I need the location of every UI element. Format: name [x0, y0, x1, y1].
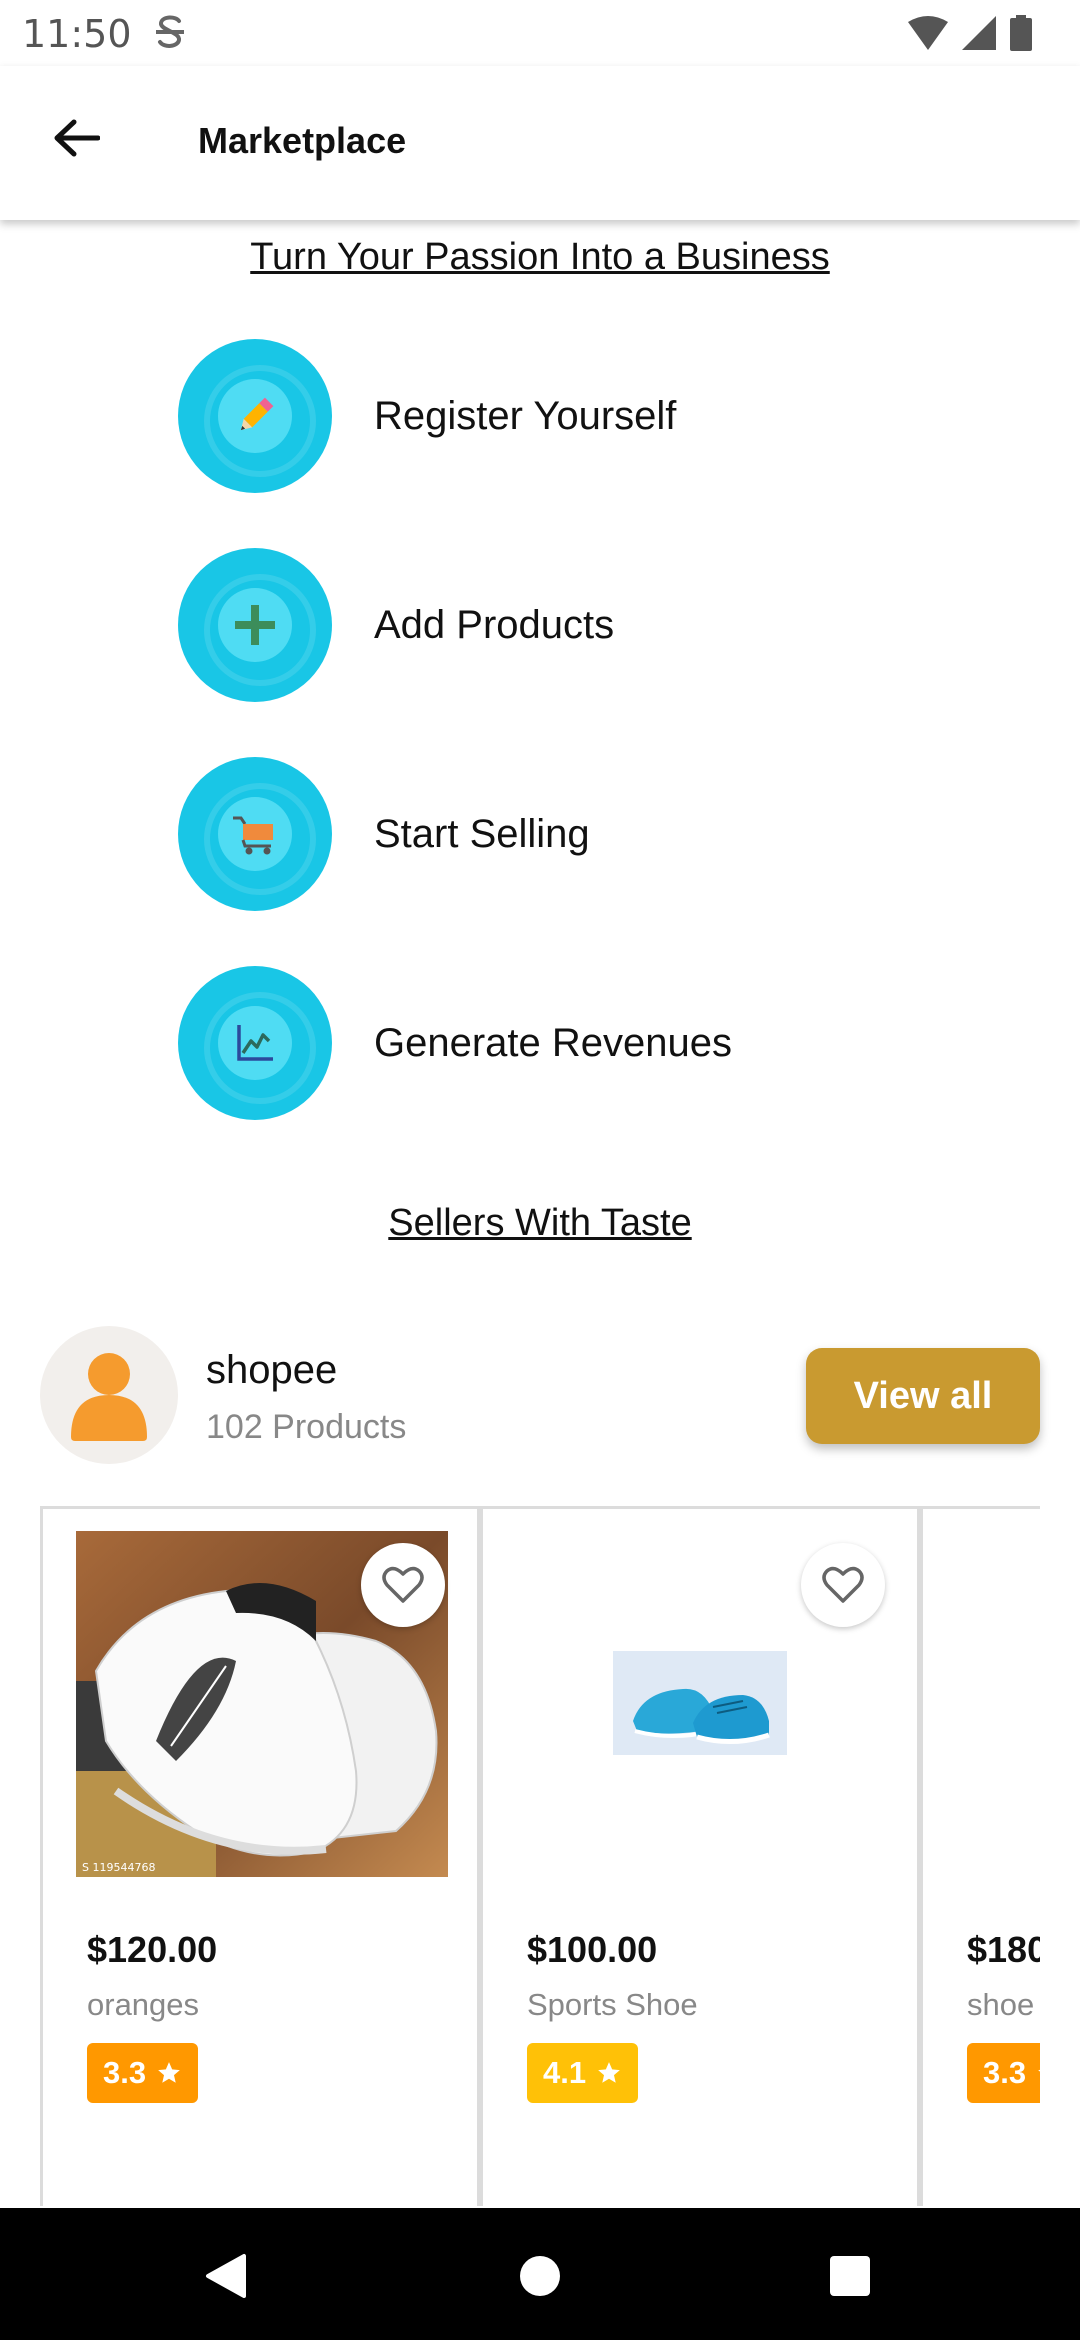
- star-icon: [598, 2062, 620, 2083]
- square-recents-icon: [830, 2256, 870, 2296]
- step-label: Start Selling: [374, 811, 590, 856]
- avatar: [40, 1326, 178, 1464]
- plus-icon: [235, 605, 275, 645]
- arrow-left-icon: [54, 119, 100, 157]
- step-circle: [178, 339, 332, 493]
- sellers-title: Sellers With Taste: [388, 1202, 692, 1244]
- rating-badge: 4.1: [527, 2043, 639, 2103]
- product-price: $180.00: [967, 1929, 1040, 1970]
- rating-badge: 3.3: [967, 2043, 1040, 2103]
- notification-s-icon: [156, 15, 184, 48]
- step-label: Add Products: [374, 602, 615, 647]
- system-nav-bar: [0, 2208, 1080, 2340]
- page-title: Marketplace: [198, 120, 407, 161]
- seller-name: shopee: [206, 1348, 338, 1392]
- product-card[interactable]: S 119544768 $120.00 oranges 3.3: [40, 1509, 480, 2206]
- product-name: shoe: [967, 1987, 1035, 2022]
- rating-value: 4.1: [543, 2055, 587, 2090]
- seller-product-count: 102 Products: [206, 1408, 407, 1446]
- app-bar: Marketplace: [0, 66, 1080, 220]
- status-time: 11:50: [22, 12, 132, 56]
- step-circle: [178, 757, 332, 911]
- step-label: Generate Revenues: [374, 1020, 733, 1065]
- heart-icon: [822, 1566, 864, 1603]
- triangle-back-icon: [206, 2254, 246, 2298]
- view-all-button[interactable]: View all: [806, 1348, 1040, 1444]
- battery-icon: [1010, 15, 1032, 51]
- headline: Turn Your Passion Into a Business: [250, 236, 830, 278]
- pencil-icon: [240, 397, 274, 431]
- favorite-button[interactable]: [801, 1543, 885, 1627]
- step-circle: [178, 548, 332, 702]
- product-card[interactable]: $180.00 shoe 3.3: [920, 1509, 1040, 2206]
- signal-icon: [962, 16, 996, 50]
- circle-home-icon: [520, 2256, 560, 2296]
- product-price: $120.00: [87, 1929, 218, 1970]
- chart-icon: [237, 1025, 273, 1061]
- person-icon: [71, 1353, 147, 1441]
- nav-back-button[interactable]: [196, 2246, 256, 2306]
- seller-row[interactable]: shopee 102 Products View all: [40, 1326, 1040, 1466]
- wifi-icon: [908, 16, 948, 50]
- step-label: Register Yourself: [374, 393, 677, 438]
- step-register: Register Yourself: [178, 338, 978, 494]
- back-button[interactable]: [40, 110, 112, 166]
- product-name: Sports Shoe: [527, 1987, 698, 2022]
- step-circle: [178, 966, 332, 1120]
- step-generate-revenues: Generate Revenues: [178, 965, 978, 1121]
- product-price: $100.00: [527, 1929, 658, 1970]
- product-carousel[interactable]: S 119544768 $120.00 oranges 3.3 $100.00 …: [40, 1506, 1040, 2206]
- nav-home-button[interactable]: [510, 2246, 570, 2306]
- rating-value: 3.3: [983, 2055, 1027, 2090]
- step-start-selling: Start Selling: [178, 756, 978, 912]
- heart-icon: [382, 1566, 424, 1603]
- product-name: oranges: [87, 1987, 200, 2022]
- product-image: [613, 1651, 787, 1755]
- star-icon: [1038, 2069, 1040, 2072]
- product-card[interactable]: $100.00 Sports Shoe 4.1: [480, 1509, 920, 2206]
- favorite-button[interactable]: [361, 1543, 445, 1627]
- rating-value: 3.3: [103, 2055, 147, 2090]
- status-icons: [908, 14, 1032, 52]
- cart-icon: [233, 816, 273, 855]
- step-add-products: Add Products: [178, 547, 978, 703]
- status-bar: 11:50: [0, 0, 1080, 66]
- star-icon: [158, 2062, 180, 2083]
- svg-text:S 119544768: S 119544768: [82, 1861, 155, 1874]
- rating-badge: 3.3: [87, 2043, 199, 2103]
- nav-recents-button[interactable]: [820, 2246, 880, 2306]
